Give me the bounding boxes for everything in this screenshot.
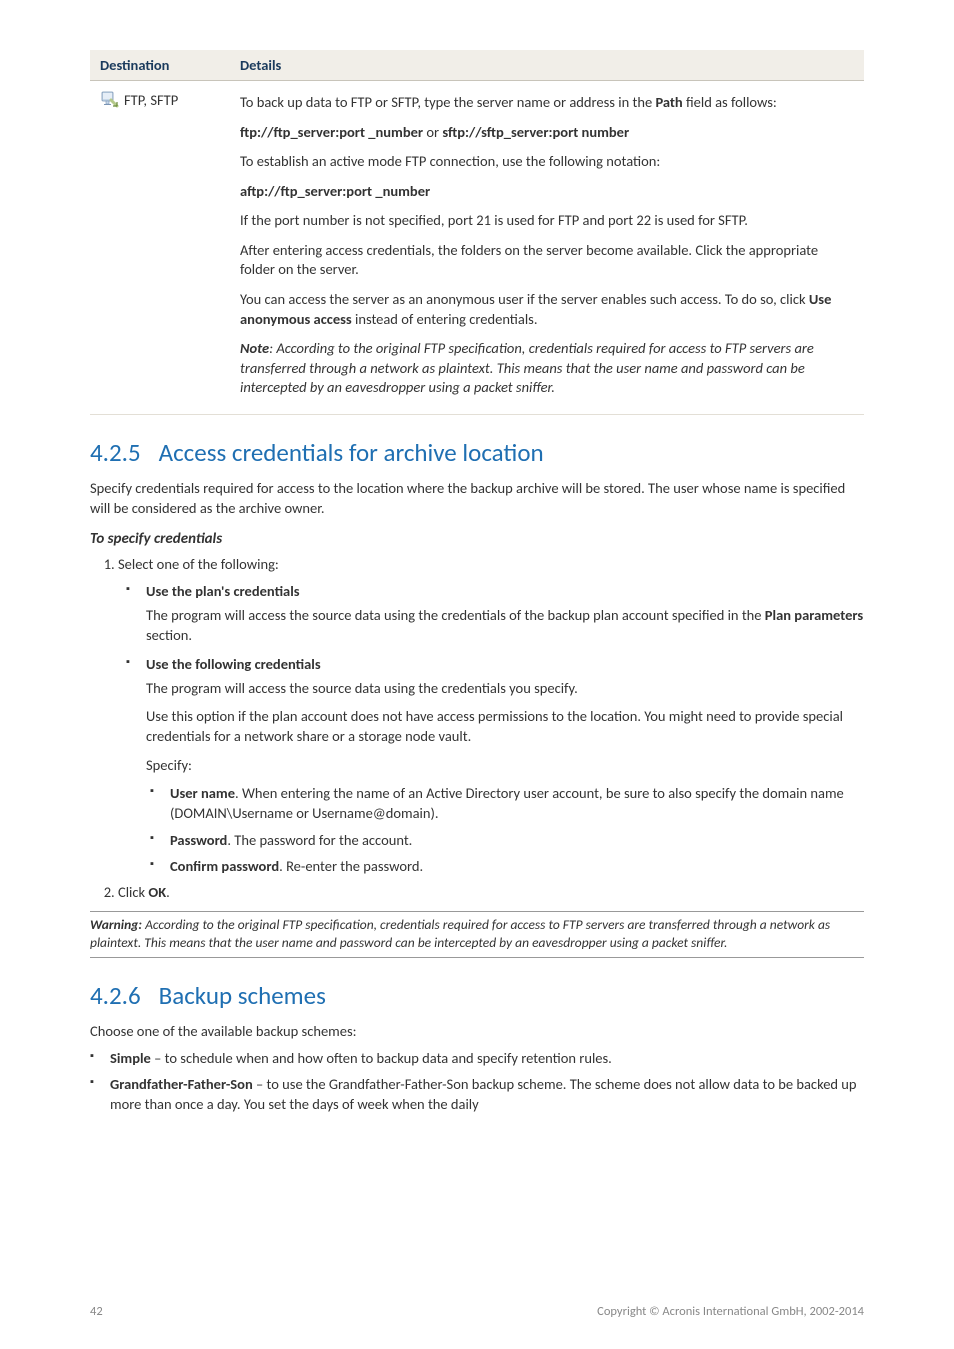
warning-note: Warning: According to the original FTP s… bbox=[90, 911, 864, 959]
heading-425: 4.2.5Access credentials for archive loca… bbox=[90, 437, 864, 468]
intro-426: Choose one of the available backup schem… bbox=[90, 1021, 864, 1041]
numbered-steps: Select one of the following: Use the pla… bbox=[90, 554, 864, 902]
page-footer: 42 Copyright © Acronis International Gmb… bbox=[90, 1304, 864, 1319]
copyright: Copyright © Acronis International GmbH, … bbox=[597, 1304, 864, 1319]
list-item: Password. The password for the account. bbox=[170, 830, 864, 850]
list-item: Click OK. bbox=[118, 882, 864, 902]
list-item: Simple – to schedule when and how often … bbox=[110, 1048, 864, 1068]
list-item: Select one of the following: Use the pla… bbox=[118, 554, 864, 876]
heading-426: 4.2.6Backup schemes bbox=[90, 980, 864, 1011]
list-item: Confirm password. Re-enter the password. bbox=[170, 856, 864, 876]
destination-label: FTP, SFTP bbox=[124, 91, 178, 109]
intro-425: Specify credentials required for access … bbox=[90, 478, 864, 519]
destination-details-table: Destination Details FTP, SFTP To bbox=[90, 50, 864, 415]
list-item: Use the following credentials The progra… bbox=[146, 654, 864, 877]
table-row: FTP, SFTP To back up data to FTP or SFTP… bbox=[90, 81, 864, 415]
list-item: Grandfather-Father-Son – to use the Gran… bbox=[110, 1074, 864, 1115]
subhead-specify-credentials: To specify credentials bbox=[90, 530, 864, 548]
page-number: 42 bbox=[90, 1304, 103, 1319]
list-item: Use the plan's credentials The program w… bbox=[146, 581, 864, 646]
backup-schemes-list: Simple – to schedule when and how often … bbox=[90, 1048, 864, 1115]
col-destination-header: Destination bbox=[90, 50, 230, 81]
ftp-server-icon bbox=[100, 89, 120, 113]
col-details-header: Details bbox=[230, 50, 864, 81]
list-item: User name. When entering the name of an … bbox=[170, 783, 864, 824]
